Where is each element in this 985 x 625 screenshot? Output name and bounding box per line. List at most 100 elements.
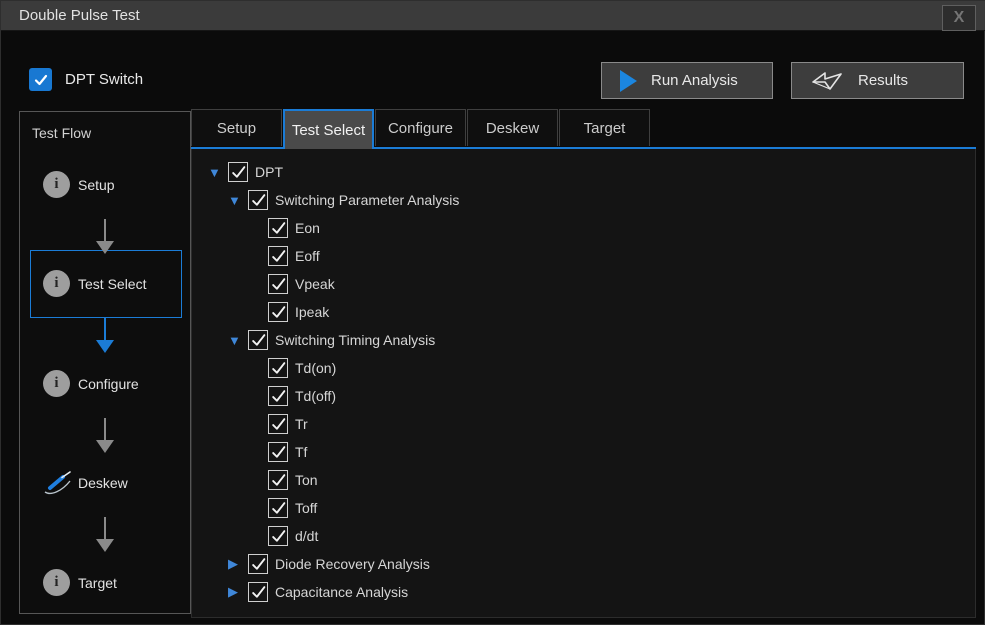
tree-row-ton: Ton bbox=[192, 466, 975, 494]
tab-setup[interactable]: Setup bbox=[191, 109, 282, 146]
check-icon bbox=[230, 164, 247, 181]
check-icon bbox=[270, 276, 287, 293]
tree-row-td-on: Td(on) bbox=[192, 354, 975, 382]
flow-arrow-3 bbox=[96, 418, 114, 453]
tree-row-toff: Toff bbox=[192, 494, 975, 522]
tree-row-eon: Eon bbox=[192, 214, 975, 242]
flow-step-label: Target bbox=[78, 575, 117, 591]
tree-item-label: Capacitance Analysis bbox=[275, 584, 408, 600]
results-button[interactable]: Results bbox=[791, 62, 964, 99]
dpt-switch-label: DPT Switch bbox=[65, 71, 143, 88]
tab-label: Setup bbox=[217, 120, 256, 137]
tree-item-label: Eon bbox=[295, 220, 320, 236]
flow-arrow-1 bbox=[96, 219, 114, 254]
title-bar: Double Pulse Test bbox=[1, 1, 985, 31]
tree-checkbox[interactable] bbox=[248, 582, 268, 602]
expander-expanded-icon[interactable]: ▼ bbox=[228, 333, 248, 348]
tree-row-dpt: ▼ DPT bbox=[192, 158, 975, 186]
results-icon bbox=[810, 69, 844, 93]
check-icon bbox=[270, 500, 287, 517]
info-icon: i bbox=[43, 569, 70, 596]
close-button[interactable]: X bbox=[942, 5, 976, 31]
tab-label: Target bbox=[584, 120, 626, 137]
tree-checkbox[interactable] bbox=[268, 274, 288, 294]
tree-checkbox[interactable] bbox=[268, 386, 288, 406]
flow-step-label: Test Select bbox=[78, 276, 146, 292]
tree-row-td-off: Td(off) bbox=[192, 382, 975, 410]
tree-row-capacitance-analysis: ▶ Capacitance Analysis bbox=[192, 578, 975, 606]
dpt-switch-checkbox[interactable] bbox=[29, 68, 52, 91]
tab-label: Test Select bbox=[292, 122, 365, 139]
tree-item-label: Tr bbox=[295, 416, 308, 432]
check-icon bbox=[250, 584, 267, 601]
tree-row-switching-parameter-analysis: ▼ Switching Parameter Analysis bbox=[192, 186, 975, 214]
tab-label: Deskew bbox=[486, 120, 539, 137]
tree-item-label: Eoff bbox=[295, 248, 320, 264]
tree-checkbox[interactable] bbox=[268, 218, 288, 238]
check-icon bbox=[270, 304, 287, 321]
check-icon bbox=[270, 416, 287, 433]
expander-collapsed-icon[interactable]: ▶ bbox=[228, 556, 248, 572]
check-icon bbox=[270, 472, 287, 489]
info-icon: i bbox=[43, 171, 70, 198]
tree-row-vpeak: Vpeak bbox=[192, 270, 975, 298]
expander-expanded-icon[interactable]: ▼ bbox=[228, 193, 248, 208]
tab-target[interactable]: Target bbox=[559, 109, 650, 146]
test-flow-title: Test Flow bbox=[32, 125, 91, 141]
tree-checkbox[interactable] bbox=[268, 442, 288, 462]
tab-configure[interactable]: Configure bbox=[375, 109, 466, 146]
tree-item-label: Switching Parameter Analysis bbox=[275, 192, 459, 208]
flow-step-deskew[interactable]: Deskew bbox=[20, 465, 190, 501]
tree-item-label: Toff bbox=[295, 500, 317, 516]
tree-checkbox[interactable] bbox=[248, 330, 268, 350]
flow-step-test-select[interactable]: i Test Select bbox=[20, 266, 190, 302]
tree-row-ipeak: Ipeak bbox=[192, 298, 975, 326]
tree-item-label: DPT bbox=[255, 164, 283, 180]
check-icon bbox=[33, 72, 49, 88]
double-pulse-test-dialog: { "window": { "title": "Double Pulse Tes… bbox=[0, 0, 985, 625]
tree-item-label: Td(on) bbox=[295, 360, 336, 376]
tree-checkbox[interactable] bbox=[268, 414, 288, 434]
tree-checkbox[interactable] bbox=[268, 526, 288, 546]
tree-item-label: Tf bbox=[295, 444, 307, 460]
test-flow-panel: Test Flow iSetupiTest SelectiConfigureDe… bbox=[19, 111, 191, 614]
flow-step-label: Setup bbox=[78, 177, 115, 193]
tree-checkbox[interactable] bbox=[248, 190, 268, 210]
tree-checkbox[interactable] bbox=[268, 470, 288, 490]
window-title: Double Pulse Test bbox=[1, 7, 140, 24]
tree-checkbox[interactable] bbox=[268, 358, 288, 378]
flow-arrow-4 bbox=[96, 517, 114, 552]
check-icon bbox=[270, 248, 287, 265]
tree-checkbox[interactable] bbox=[228, 162, 248, 182]
probe-icon bbox=[43, 469, 73, 496]
flow-step-setup[interactable]: i Setup bbox=[20, 167, 190, 203]
tree-row-eoff: Eoff bbox=[192, 242, 975, 270]
check-icon bbox=[250, 332, 267, 349]
tab-test-select[interactable]: Test Select bbox=[283, 109, 374, 149]
tree-item-label: d/dt bbox=[295, 528, 318, 544]
tree-item-label: Switching Timing Analysis bbox=[275, 332, 435, 348]
run-analysis-button[interactable]: Run Analysis bbox=[601, 62, 773, 99]
flow-arrow-2 bbox=[96, 318, 114, 353]
play-icon bbox=[620, 70, 637, 92]
tree-checkbox[interactable] bbox=[268, 498, 288, 518]
expander-collapsed-icon[interactable]: ▶ bbox=[228, 584, 248, 600]
tree-row-tr: Tr bbox=[192, 410, 975, 438]
tree-checkbox[interactable] bbox=[268, 302, 288, 322]
expander-expanded-icon[interactable]: ▼ bbox=[208, 165, 228, 180]
tab-deskew[interactable]: Deskew bbox=[467, 109, 558, 146]
flow-step-label: Deskew bbox=[78, 475, 128, 491]
flow-step-configure[interactable]: iConfigure bbox=[20, 366, 190, 402]
tree-checkbox[interactable] bbox=[248, 554, 268, 574]
tree-item-label: Diode Recovery Analysis bbox=[275, 556, 430, 572]
flow-step-target[interactable]: i Target bbox=[20, 565, 190, 601]
info-icon: i bbox=[43, 370, 70, 397]
tree-item-label: Vpeak bbox=[295, 276, 335, 292]
tree-checkbox[interactable] bbox=[268, 246, 288, 266]
check-icon bbox=[270, 528, 287, 545]
tab-bar: Setup Test Select Configure Deskew Target bbox=[191, 109, 651, 149]
tree-row-tf: Tf bbox=[192, 438, 975, 466]
tree-row-diode-recovery-analysis: ▶ Diode Recovery Analysis bbox=[192, 550, 975, 578]
check-icon bbox=[270, 388, 287, 405]
info-icon: i bbox=[43, 270, 70, 297]
